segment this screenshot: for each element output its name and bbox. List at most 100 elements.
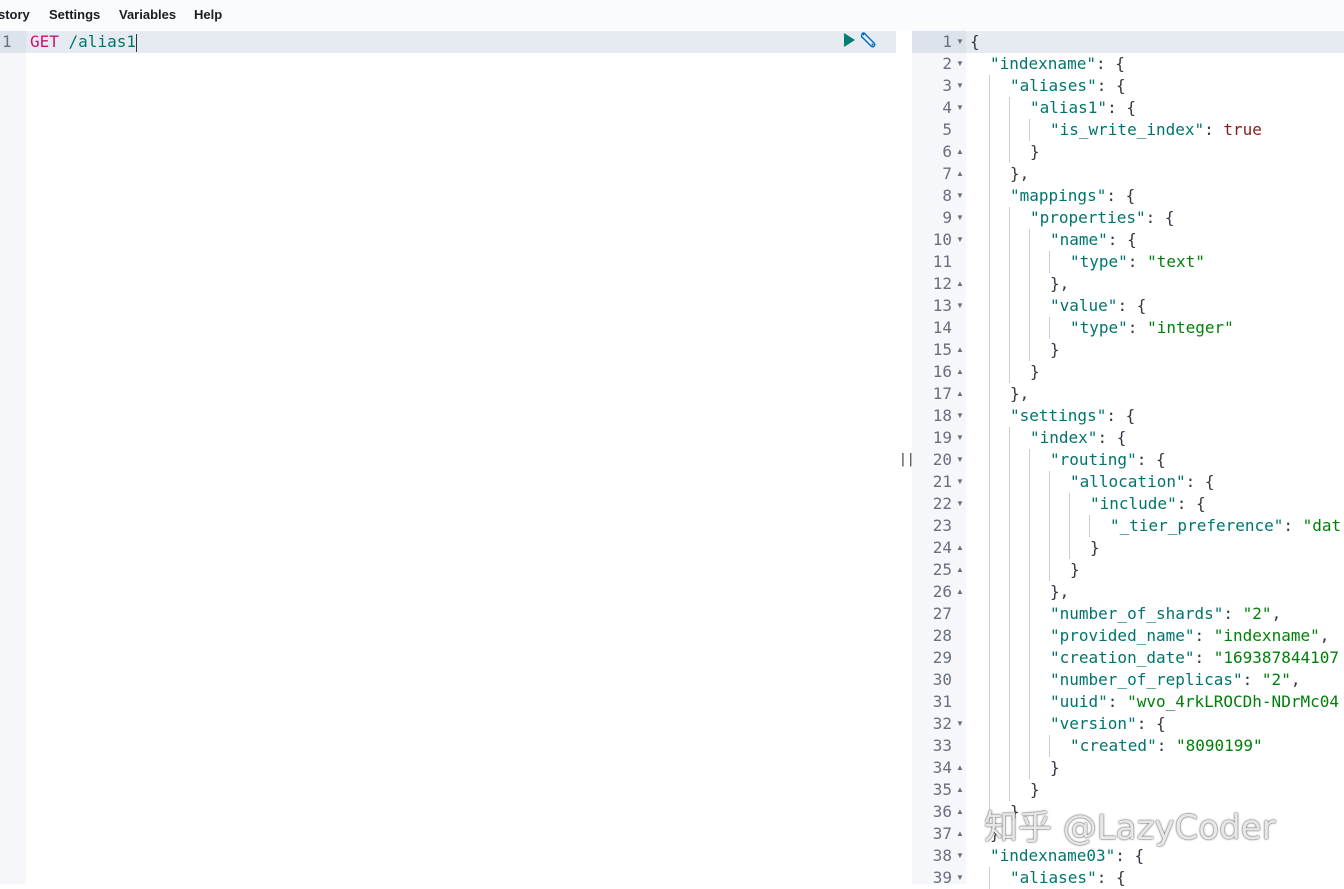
response-line: 30 "number_of_replicas": "2", xyxy=(912,669,1344,691)
fold-down-icon[interactable]: ▼ xyxy=(956,449,966,471)
indent-guide xyxy=(989,581,990,603)
indent-guide xyxy=(1009,471,1010,493)
fold-up-icon[interactable]: ▲ xyxy=(956,141,966,163)
request-editor-active-line[interactable] xyxy=(26,31,896,53)
indent-guide xyxy=(989,515,990,537)
indent-guide xyxy=(989,603,990,625)
response-line-number: 37 xyxy=(932,824,952,843)
indent-guide xyxy=(1009,757,1010,779)
indent-guide xyxy=(1009,317,1010,339)
indent-guide xyxy=(989,295,990,317)
fold-down-icon[interactable]: ▼ xyxy=(956,207,966,229)
fold-up-icon[interactable]: ▲ xyxy=(956,361,966,383)
response-line-number: 12 xyxy=(932,274,952,293)
fold-up-icon[interactable]: ▲ xyxy=(956,273,966,295)
fold-down-icon[interactable]: ▼ xyxy=(956,53,966,75)
request-line-number: 1 xyxy=(2,32,12,51)
indent-guide xyxy=(1009,713,1010,735)
fold-down-icon[interactable]: ▼ xyxy=(956,471,966,493)
response-line-number: 13 xyxy=(932,296,952,315)
fold-down-icon[interactable]: ▼ xyxy=(956,713,966,735)
indent-guide xyxy=(1009,97,1010,119)
fold-down-icon[interactable]: ▼ xyxy=(956,493,966,515)
indent-guide xyxy=(1009,229,1010,251)
indent-guide xyxy=(1049,493,1050,515)
response-line: 6 ▲} xyxy=(912,141,1344,163)
indent-guide xyxy=(1049,471,1050,493)
indent-guide xyxy=(989,141,990,163)
fold-down-icon[interactable]: ▼ xyxy=(956,97,966,119)
fold-up-icon[interactable]: ▲ xyxy=(956,823,966,845)
fold-down-icon[interactable]: ▼ xyxy=(956,405,966,427)
fold-down-icon[interactable]: ▼ xyxy=(956,185,966,207)
indent-guide xyxy=(1049,317,1050,339)
indent-guide xyxy=(1009,119,1010,141)
request-editor[interactable]: GET /alias1 xyxy=(30,31,137,53)
indent-guide xyxy=(989,75,990,97)
fold-down-icon[interactable]: ▼ xyxy=(956,845,966,867)
indent-guide xyxy=(1029,757,1030,779)
response-code: "index": { xyxy=(1030,428,1127,447)
indent-guide xyxy=(1049,515,1050,537)
wrench-icon[interactable] xyxy=(859,31,879,49)
indent-guide xyxy=(1049,251,1050,273)
indent-guide xyxy=(989,317,990,339)
response-code: "uuid": "wvo_4rkLROCDh-NDrMc04 xyxy=(1050,692,1339,711)
indent-guide xyxy=(1009,251,1010,273)
response-line-number: 20 xyxy=(932,450,952,469)
indent-guide xyxy=(989,273,990,295)
response-line-number: 7 xyxy=(942,164,952,183)
indent-guide xyxy=(1029,119,1030,141)
indent-guide xyxy=(1029,515,1030,537)
fold-up-icon[interactable]: ▲ xyxy=(956,581,966,603)
fold-up-icon[interactable]: ▲ xyxy=(956,559,966,581)
indent-guide xyxy=(1009,625,1010,647)
response-line: 13 ▼ "value": { xyxy=(912,295,1344,317)
fold-up-icon[interactable]: ▲ xyxy=(956,537,966,559)
menu-history[interactable]: story xyxy=(0,7,30,22)
response-code: } xyxy=(1050,340,1060,359)
fold-down-icon[interactable]: ▼ xyxy=(956,229,966,251)
fold-up-icon[interactable]: ▲ xyxy=(956,383,966,405)
indent-guide xyxy=(1029,339,1030,361)
fold-down-icon[interactable]: ▼ xyxy=(956,295,966,317)
menu-settings[interactable]: Settings xyxy=(49,7,100,22)
response-line-number: 22 xyxy=(932,494,952,513)
fold-up-icon[interactable]: ▲ xyxy=(956,757,966,779)
response-code: "provided_name": "indexname", xyxy=(1050,626,1330,645)
response-line-number: 14 xyxy=(932,318,952,337)
response-code: }, xyxy=(1010,384,1030,403)
response-line-number: 38 xyxy=(932,846,952,865)
fold-up-icon[interactable]: ▲ xyxy=(956,163,966,185)
panel-resize-handle[interactable]: || xyxy=(896,30,915,884)
fold-down-icon[interactable]: ▼ xyxy=(956,75,966,97)
response-code: } xyxy=(1090,538,1100,557)
response-line-number: 30 xyxy=(932,670,952,689)
menu-help[interactable]: Help xyxy=(194,7,222,22)
response-code: "version": { xyxy=(1050,714,1166,733)
indent-guide xyxy=(1009,647,1010,669)
watermark: 知乎 @LazyCoder xyxy=(984,808,1276,848)
indent-guide xyxy=(1029,273,1030,295)
response-line: 31 "uuid": "wvo_4rkLROCDh-NDrMc04 xyxy=(912,691,1344,713)
fold-down-icon[interactable]: ▼ xyxy=(956,31,966,53)
play-icon[interactable] xyxy=(841,32,857,48)
indent-guide xyxy=(989,361,990,383)
response-line: 24 ▲} xyxy=(912,537,1344,559)
response-code: "allocation": { xyxy=(1070,472,1215,491)
response-code: "created": "8090199" xyxy=(1070,736,1263,755)
indent-guide xyxy=(1009,669,1010,691)
fold-down-icon[interactable]: ▼ xyxy=(956,427,966,449)
response-line: 21 ▼ "allocation": { xyxy=(912,471,1344,493)
response-code: "mappings": { xyxy=(1010,186,1136,205)
indent-guide xyxy=(989,405,990,427)
response-viewer[interactable]: 1 ▼{2 ▼ "indexname": {3 ▼ "aliases": {4 ▼ "alia… xyxy=(912,31,1344,889)
response-line-number: 29 xyxy=(932,648,952,667)
fold-up-icon[interactable]: ▲ xyxy=(956,779,966,801)
fold-down-icon[interactable]: ▼ xyxy=(956,867,966,889)
response-code: "number_of_shards": "2", xyxy=(1050,604,1282,623)
menu-variables[interactable]: Variables xyxy=(119,7,176,22)
fold-up-icon[interactable]: ▲ xyxy=(956,801,966,823)
fold-up-icon[interactable]: ▲ xyxy=(956,339,966,361)
indent-guide xyxy=(1009,559,1010,581)
